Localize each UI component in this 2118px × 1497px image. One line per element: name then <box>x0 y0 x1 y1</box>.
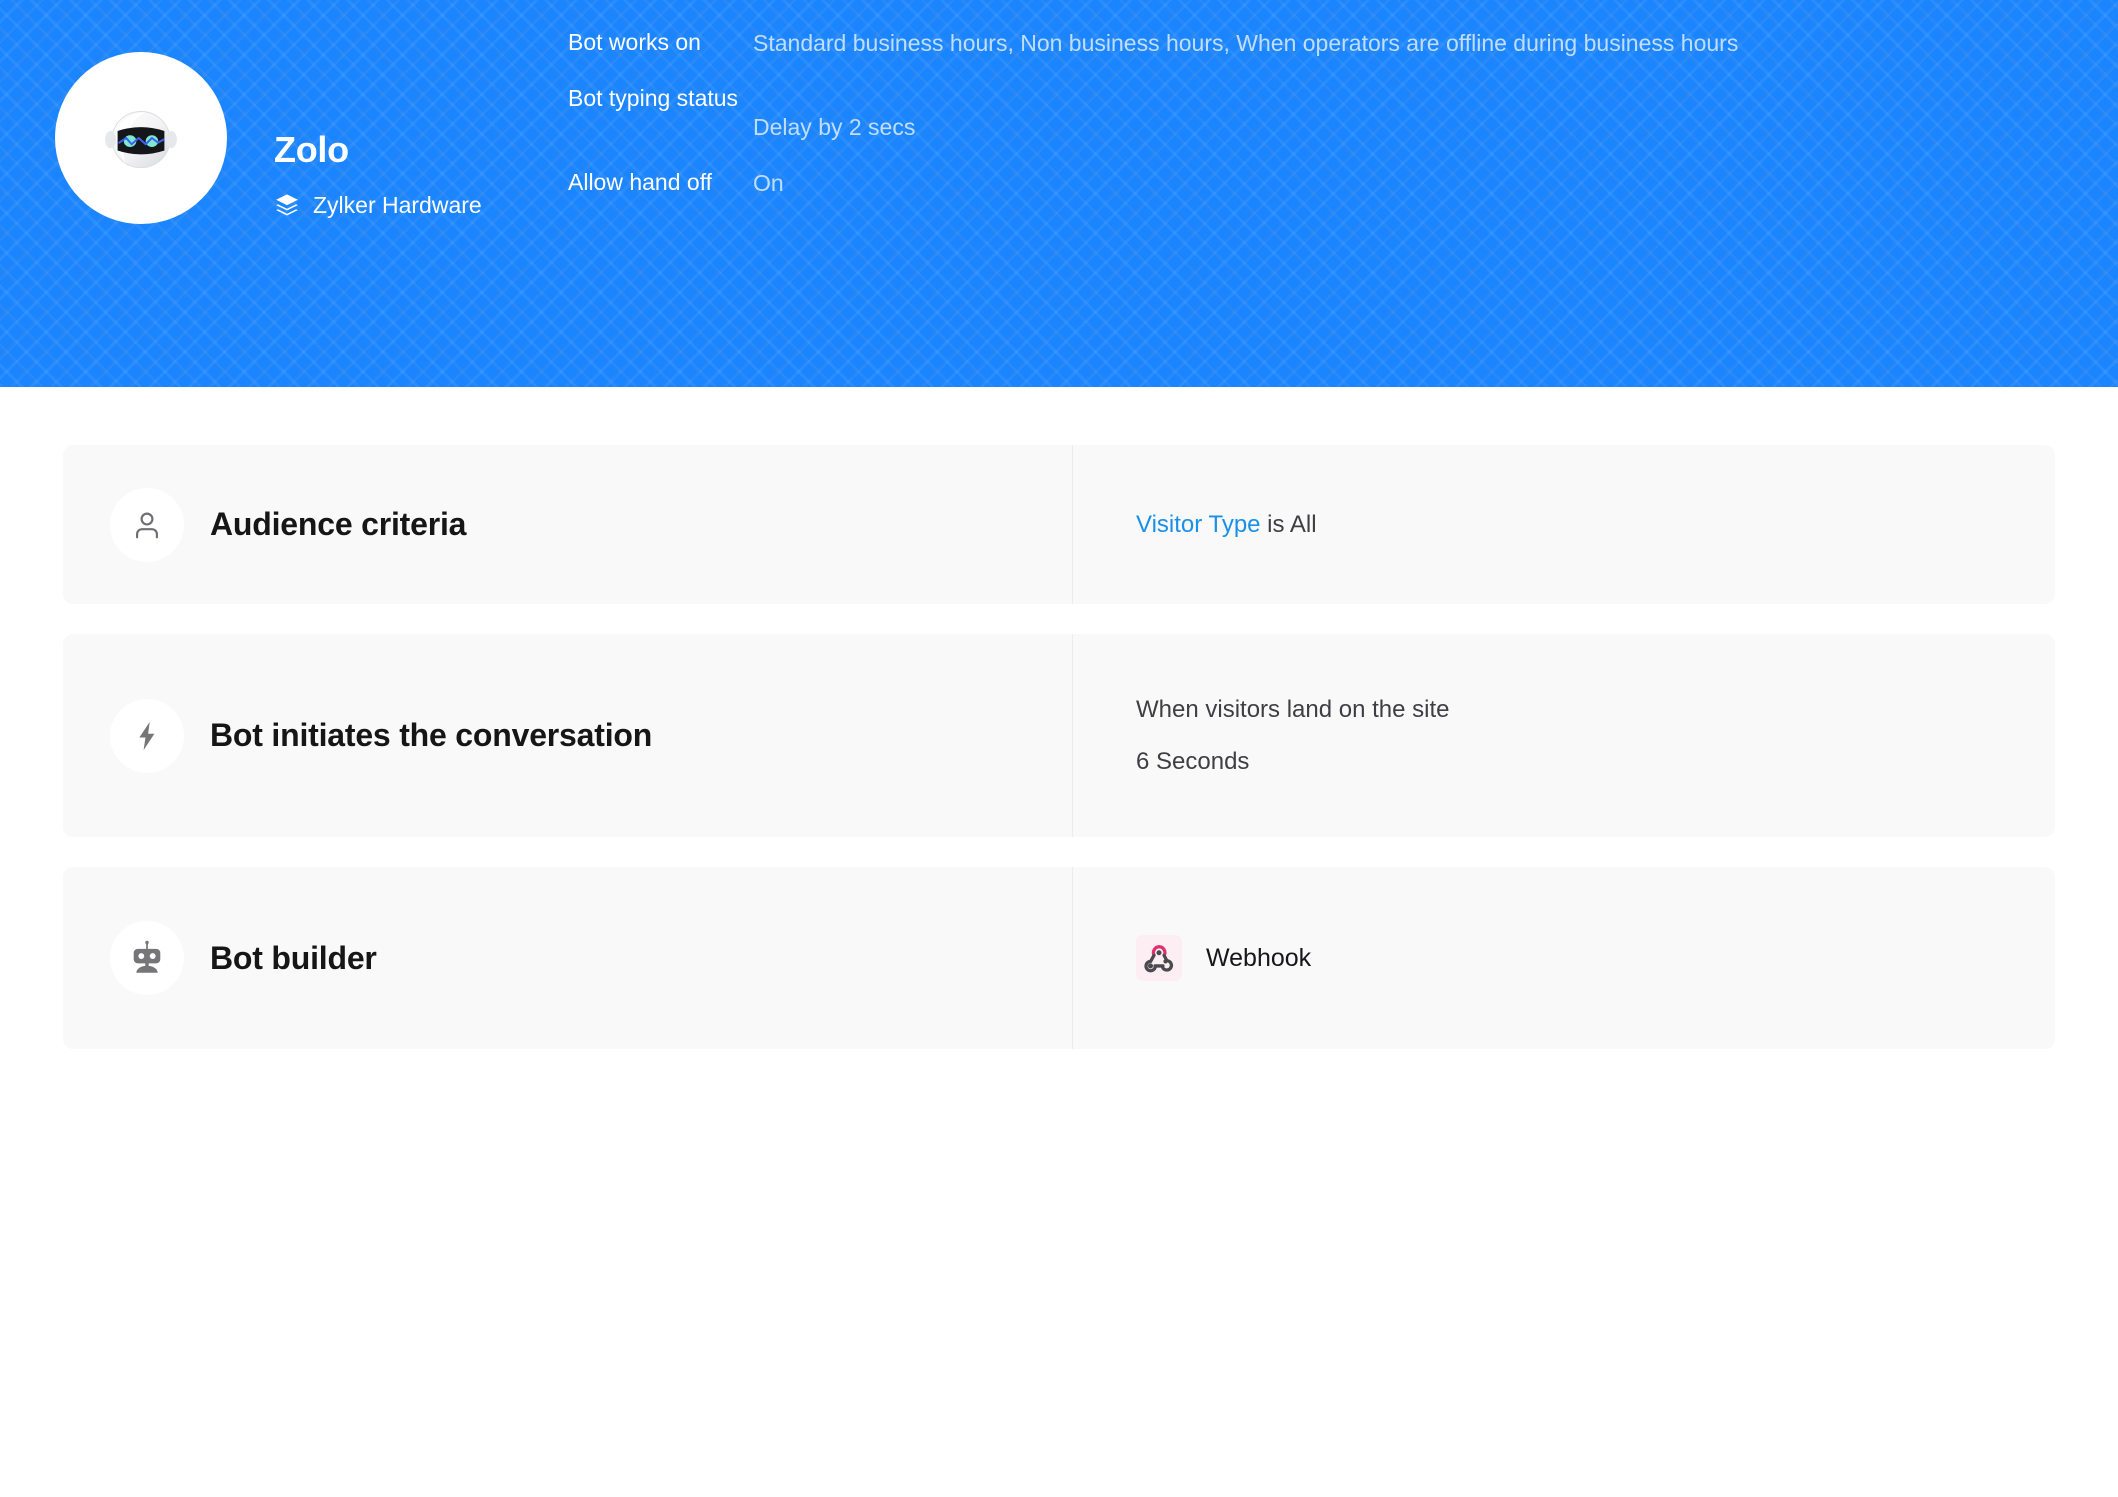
avatar <box>55 52 227 224</box>
bot-meta-table: Bot works on Standard business hours, No… <box>568 24 2068 202</box>
webhook-icon <box>1144 945 1174 973</box>
brand-row: Zylker Hardware <box>274 192 482 219</box>
meta-row-bot-works-on: Bot works on Standard business hours, No… <box>568 24 2068 62</box>
webhook-label: Webhook <box>1206 943 1312 972</box>
meta-key: Allow hand off <box>568 169 713 195</box>
card-audience-criteria[interactable]: Audience criteria Visitor Type is All <box>63 445 2055 604</box>
bot-summary-cards: Audience criteria Visitor Type is All Bo… <box>0 445 2118 1049</box>
icon-circle-audience <box>110 487 184 562</box>
card-left-audience: Audience criteria <box>63 445 1073 604</box>
initiates-delay: 6 Seconds <box>1136 747 1250 775</box>
card-bot-builder[interactable]: Bot builder Webhook <box>63 867 2055 1049</box>
visitor-type-rest: is All <box>1260 510 1317 538</box>
card-title-initiates: Bot initiates the conversation <box>210 717 653 753</box>
card-right-initiates: When visitors land on the site 6 Seconds <box>1073 634 2055 837</box>
robot-icon <box>133 940 161 973</box>
audience-criteria-value: Visitor Type is All <box>1136 510 2055 538</box>
card-left-initiates: Bot initiates the conversation <box>63 634 1073 837</box>
card-bot-initiates-conversation[interactable]: Bot initiates the conversation When visi… <box>63 634 2055 837</box>
card-left-builder: Bot builder <box>63 867 1073 1049</box>
initiates-trigger: When visitors land on the site <box>1136 695 1450 723</box>
brand-name: Zylker Hardware <box>313 191 482 218</box>
card-title-audience: Audience criteria <box>210 506 467 542</box>
icon-circle-builder <box>110 921 184 995</box>
meta-key: Bot works on <box>568 29 701 55</box>
meta-key: Bot typing status <box>568 85 739 111</box>
bot-name: Zolo <box>274 129 349 170</box>
meta-value: On <box>753 170 784 196</box>
meta-value: Delay by 2 secs <box>753 114 916 140</box>
person-icon <box>136 512 158 538</box>
meta-value: Standard business hours, Non business ho… <box>753 30 1739 56</box>
bot-header-banner: Zolo Zylker Hardware Bot works on Standa… <box>0 0 2118 387</box>
icon-circle-initiates <box>110 698 184 773</box>
visitor-type-link[interactable]: Visitor Type <box>1136 511 1261 538</box>
card-right-builder: Webhook <box>1073 867 2055 1049</box>
meta-row-allow-hand-off: Allow hand off On <box>568 164 2068 202</box>
card-right-audience: Visitor Type is All <box>1073 445 2055 604</box>
webhook-badge <box>1136 935 1182 981</box>
bot-identity: Zolo Zylker Hardware <box>274 130 482 219</box>
card-title-builder: Bot builder <box>210 939 377 976</box>
bot-avatar-icon <box>105 111 177 169</box>
layers-icon <box>276 194 298 216</box>
bot-builder-type: Webhook <box>1136 935 2055 981</box>
meta-row-bot-typing-status: Bot typing status Delay by 2 secs <box>568 80 2068 146</box>
lightning-bolt-icon <box>139 721 155 750</box>
